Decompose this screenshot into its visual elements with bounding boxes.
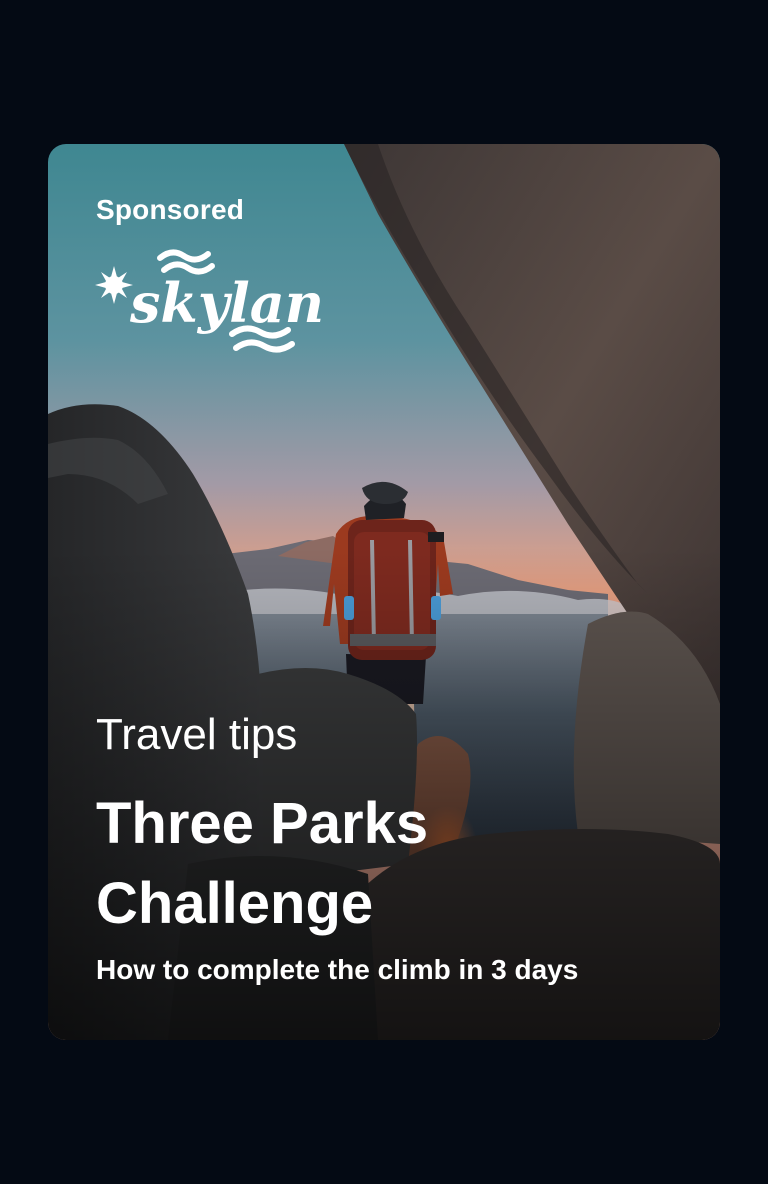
ad-subtitle: How to complete the climb in 3 days (96, 954, 579, 985)
logo-wave-bottom-2 (233, 339, 295, 353)
sun-burst-icon (95, 266, 133, 304)
sponsored-ad-card[interactable]: Sponsored skyland Travel tips Three Park… (48, 144, 720, 1040)
skyland-logo: skyland (95, 249, 324, 353)
logo-wordmark: skyland (129, 271, 324, 335)
sponsored-label: Sponsored (96, 194, 245, 225)
logo-wave-top (157, 249, 211, 263)
ad-title: Three Parks Challenge (96, 791, 429, 936)
category-label: Travel tips (96, 710, 298, 759)
